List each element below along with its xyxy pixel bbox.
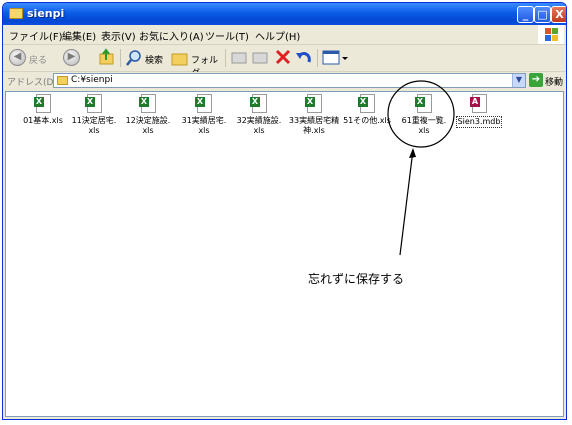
back-arrow-icon: ◀ [9,49,26,66]
go-arrow-icon: ➔ [529,73,543,87]
go-label: 移動 [545,78,564,88]
menu-file[interactable]: ファイル(F) [9,28,63,43]
excel-file-icon: X [139,94,157,114]
file-list[interactable]: X 01基本.xls X 11決定居宅. xls X 12決定施設. xls X… [5,91,564,417]
views-icon [322,50,348,65]
toolbar-separator [225,49,226,67]
file-item[interactable]: A Sien3.mdb [451,94,507,128]
file-item[interactable]: X 61重複一覧. xls [396,94,452,136]
address-value: C:¥sienpi [71,75,113,85]
undo-button[interactable] [295,48,313,68]
menu-tools[interactable]: ツール(T) [205,28,249,43]
file-name: 01基本.xls [23,116,63,125]
address-label: アドレス(D) [7,78,57,88]
file-item[interactable]: X 12決定施設. xls [120,94,176,136]
views-button[interactable] [322,48,348,68]
excel-file-icon: X [195,94,213,114]
copy-to-button[interactable] [252,48,270,68]
menu-edit[interactable]: 編集(E) [62,28,96,43]
menu-favorites[interactable]: お気に入り(A) [139,28,204,43]
forward-arrow-icon: ▶ [63,49,80,66]
address-bar: アドレス(D) C:¥sienpi ▼ ➔ 移動 [3,72,566,90]
file-name: 33実績居宅精 神.xls [288,116,340,135]
file-item[interactable]: X 32実績施設. xls [231,94,287,136]
minimize-button[interactable]: _ [517,6,534,23]
windows-logo-icon [538,25,564,44]
file-name: 51その他.xls [343,116,391,125]
file-name: Sien3.mdb [455,116,503,128]
back-button[interactable]: ◀ 戻る [9,48,49,68]
move-to-icon [231,52,247,64]
go-button[interactable]: ➔ 移動 [529,73,565,88]
search-label: 検索 [145,56,164,66]
delete-x-icon [275,49,291,65]
search-icon [126,50,141,66]
toolbar-separator [317,49,318,67]
annotation-label: 忘れずに保存する [308,272,405,286]
up-folder-button[interactable] [99,48,117,68]
menu-help[interactable]: ヘルプ(H) [255,28,300,43]
toolbar: ◀ 戻る ▶ 検索 フォルダ [3,45,566,79]
close-button[interactable]: X [551,6,566,23]
file-item[interactable]: X 31実績居宅. xls [176,94,232,136]
file-name: 11決定居宅. xls [71,116,117,135]
excel-file-icon: X [85,94,103,114]
folder-icon [57,76,68,85]
copy-to-icon [252,52,268,64]
up-folder-icon [99,48,114,65]
search-button[interactable]: 検索 [125,48,167,68]
move-to-button[interactable] [231,48,249,68]
toolbar-separator [120,49,121,67]
file-item[interactable]: X 33実績居宅精 神.xls [286,94,342,136]
folders-icon [171,53,188,66]
folders-button[interactable]: フォルダ [171,48,221,79]
delete-button[interactable] [275,48,291,68]
file-name: 32実績施設. xls [236,116,282,135]
chevron-down-icon[interactable]: ▼ [512,74,525,87]
file-name: 61重複一覧. xls [401,116,447,135]
file-name: 31実績居宅. xls [181,116,227,135]
title-bar[interactable]: sienpi _ □ X [3,3,566,25]
file-name: 12決定施設. xls [125,116,171,135]
address-input[interactable]: C:¥sienpi ▼ [53,73,526,88]
file-item[interactable]: X 51その他.xls [339,94,395,126]
undo-icon [296,52,311,63]
excel-file-icon: X [34,94,52,114]
access-file-icon: A [470,94,488,114]
excel-file-icon: X [415,94,433,114]
file-item[interactable]: X 11決定居宅. xls [66,94,122,136]
explorer-window: sienpi _ □ X ファイル(F) 編集(E) 表示(V) お気に入り(A… [2,2,567,420]
menu-bar: ファイル(F) 編集(E) 表示(V) お気に入り(A) ツール(T) ヘルプ(… [3,25,566,45]
file-item[interactable]: X 01基本.xls [15,94,71,126]
window-title: sienpi [27,7,65,20]
excel-file-icon: X [305,94,323,114]
forward-button[interactable]: ▶ [63,48,83,68]
excel-file-icon: X [250,94,268,114]
menu-view[interactable]: 表示(V) [101,28,136,43]
maximize-button[interactable]: □ [534,6,551,23]
back-label: 戻る [29,56,48,66]
excel-file-icon: X [358,94,376,114]
folder-icon [9,8,23,19]
